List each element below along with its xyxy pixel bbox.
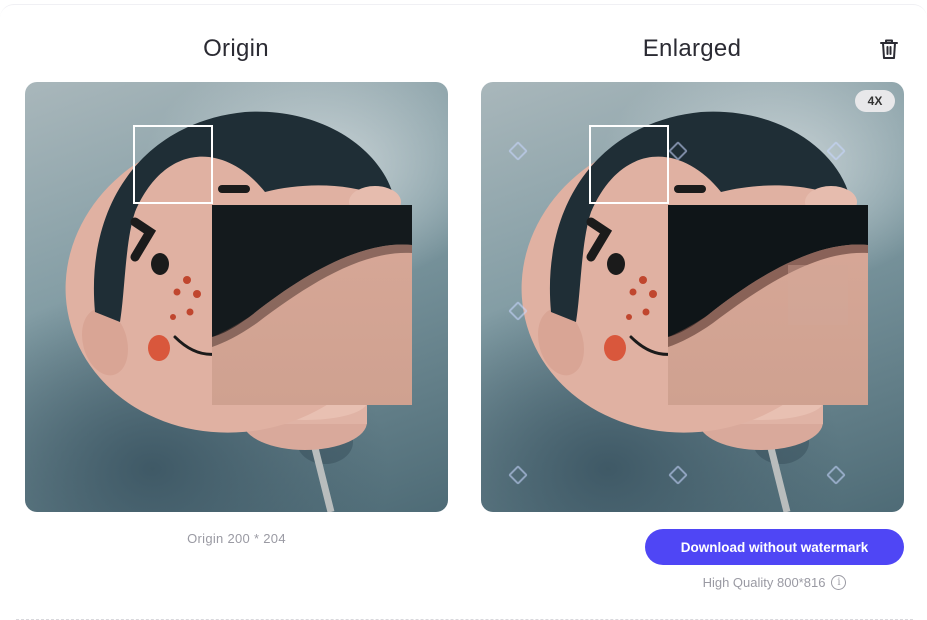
magnifier-zoom-view: [668, 205, 868, 405]
quality-label: High Quality 800*816: [702, 575, 826, 590]
enlarged-title: Enlarged: [642, 35, 742, 62]
magnifier-selection[interactable]: [589, 125, 669, 204]
upscale-result-card: Origin Enlarged 4X Origin 200 * 204 Down…: [0, 4, 927, 620]
magnifier-zoom-view: [212, 205, 412, 405]
trash-icon: [880, 39, 898, 59]
magnifier-selection[interactable]: [133, 125, 213, 204]
download-button[interactable]: Download without watermark: [645, 529, 904, 565]
origin-title: Origin: [203, 35, 269, 62]
origin-image[interactable]: [25, 82, 448, 512]
info-icon[interactable]: i: [831, 575, 847, 590]
delete-button[interactable]: [875, 35, 903, 63]
origin-size-label: Origin 200 * 204: [187, 531, 286, 546]
scale-badge: 4X: [855, 90, 895, 112]
enlarged-image[interactable]: 4X: [481, 82, 904, 512]
quality-info: High Quality 800*816 i: [645, 575, 904, 590]
